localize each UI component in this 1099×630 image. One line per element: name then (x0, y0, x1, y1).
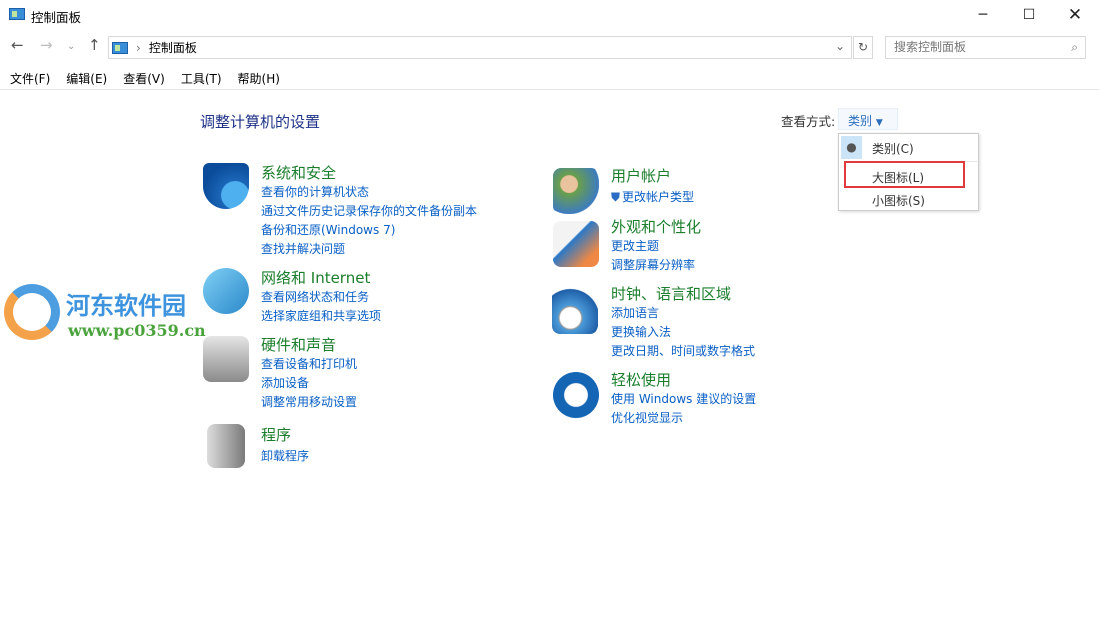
search-icon: ⌕ (1071, 37, 1078, 58)
view-by-dropdown[interactable]: 类别 ▼ (838, 108, 898, 130)
category-title[interactable]: 外观和个性化 (611, 218, 701, 236)
link[interactable]: 更改帐户类型 (622, 188, 694, 207)
link[interactable]: 调整常用移动设置 (261, 393, 357, 412)
watermark-name: 河东软件园 (66, 286, 186, 321)
minimize-button[interactable]: ─ (960, 0, 1006, 30)
category-appearance: 外观和个性化 更改主题 调整屏幕分辨率 (611, 216, 701, 275)
category-title[interactable]: 系统和安全 (261, 164, 336, 182)
link[interactable]: 添加语言 (611, 304, 755, 323)
category-title[interactable]: 轻松使用 (611, 371, 671, 389)
link[interactable]: 备份和还原(Windows 7) (261, 221, 477, 240)
close-button[interactable]: ✕ (1052, 0, 1098, 30)
link[interactable]: 通过文件历史记录保存你的文件备份副本 (261, 202, 477, 221)
menu-bar: 文件(F) 编辑(E) 查看(V) 工具(T) 帮助(H) (0, 68, 1099, 90)
link[interactable]: 调整屏幕分辨率 (611, 256, 701, 275)
uac-shield-icon: ⛊ (611, 190, 620, 205)
link[interactable]: 查看网络状态和任务 (261, 288, 381, 307)
window-title: 控制面板 (31, 7, 81, 26)
search-placeholder: 搜索控制面板 (894, 40, 966, 54)
category-title[interactable]: 网络和 Internet (261, 269, 370, 287)
category-title[interactable]: 硬件和声音 (261, 336, 336, 354)
title-bar: 控制面板 ─ ☐ ✕ (0, 0, 1099, 30)
clock-globe-icon (552, 288, 598, 334)
category-title[interactable]: 用户帐户 (611, 167, 671, 185)
selected-bullet-icon: ● (841, 136, 862, 159)
search-input[interactable]: 搜索控制面板 ⌕ (885, 36, 1086, 59)
link[interactable]: 优化视觉显示 (611, 409, 756, 428)
category-programs: 程序 卸载程序 (261, 424, 309, 466)
appearance-icon (553, 221, 599, 267)
link[interactable]: 更换输入法 (611, 323, 755, 342)
category-network: 网络和 Internet 查看网络状态和任务 选择家庭组和共享选项 (261, 267, 381, 326)
recent-dropdown-icon[interactable]: ⌄ (67, 41, 75, 52)
link[interactable]: 更改主题 (611, 237, 701, 256)
control-panel-icon (112, 42, 128, 54)
ease-of-access-icon (553, 372, 599, 418)
link[interactable]: 添加设备 (261, 374, 357, 393)
network-globe-icon (203, 268, 249, 314)
watermark-emblem (4, 284, 60, 340)
view-by-label: 查看方式: (781, 111, 835, 130)
link[interactable]: 选择家庭组和共享选项 (261, 307, 381, 326)
highlight-box (844, 161, 965, 188)
breadcrumb[interactable]: 控制面板 (149, 39, 197, 56)
category-ease-of-access: 轻松使用 使用 Windows 建议的设置 优化视觉显示 (611, 369, 756, 428)
menu-edit[interactable]: 编辑(E) (66, 70, 107, 87)
refresh-button[interactable]: ↻ (853, 36, 873, 59)
option-category[interactable]: 类别(C) (872, 140, 914, 157)
link[interactable]: 查找并解决问题 (261, 240, 477, 259)
chevron-down-icon[interactable]: ⌄ (835, 39, 845, 53)
watermark-url: www.pc0359.cn (68, 321, 206, 340)
category-system-security: 系统和安全 查看你的计算机状态 通过文件历史记录保存你的文件备份副本 备份和还原… (261, 162, 477, 259)
menu-view[interactable]: 查看(V) (123, 70, 165, 87)
up-button[interactable]: ↑ (88, 36, 101, 54)
category-clock-language-region: 时钟、语言和区域 添加语言 更换输入法 更改日期、时间或数字格式 (611, 283, 755, 361)
menu-file[interactable]: 文件(F) (10, 70, 50, 87)
caret-down-icon: ▼ (876, 118, 883, 128)
category-hardware-sound: 硬件和声音 查看设备和打印机 添加设备 调整常用移动设置 (261, 334, 357, 412)
link[interactable]: 使用 Windows 建议的设置 (611, 390, 756, 409)
option-small-icons[interactable]: 小图标(S) (872, 192, 925, 209)
link[interactable]: 查看你的计算机状态 (261, 183, 477, 202)
link[interactable]: 卸载程序 (261, 447, 309, 466)
programs-icon (207, 424, 245, 468)
forward-button[interactable]: → (40, 36, 53, 54)
address-bar[interactable]: › 控制面板 ⌄ (108, 36, 852, 59)
page-title: 调整计算机的设置 (200, 111, 320, 132)
maximize-button[interactable]: ☐ (1006, 0, 1052, 30)
link[interactable]: 查看设备和打印机 (261, 355, 357, 374)
back-button[interactable]: ← (11, 36, 24, 54)
control-panel-icon (9, 8, 25, 20)
chevron-right-icon: › (136, 41, 141, 55)
category-title[interactable]: 程序 (261, 426, 291, 444)
category-user-accounts: 系统和安全 用户帐户 ⛊更改帐户类型 (611, 165, 694, 207)
shield-icon (203, 163, 249, 209)
category-title[interactable]: 时钟、语言和区域 (611, 285, 731, 303)
menu-tools[interactable]: 工具(T) (181, 70, 222, 87)
link[interactable]: 更改日期、时间或数字格式 (611, 342, 755, 361)
user-accounts-icon (553, 168, 599, 214)
view-by-value: 类别 (848, 114, 872, 128)
menu-help[interactable]: 帮助(H) (238, 70, 280, 87)
printer-speaker-icon (203, 336, 249, 382)
